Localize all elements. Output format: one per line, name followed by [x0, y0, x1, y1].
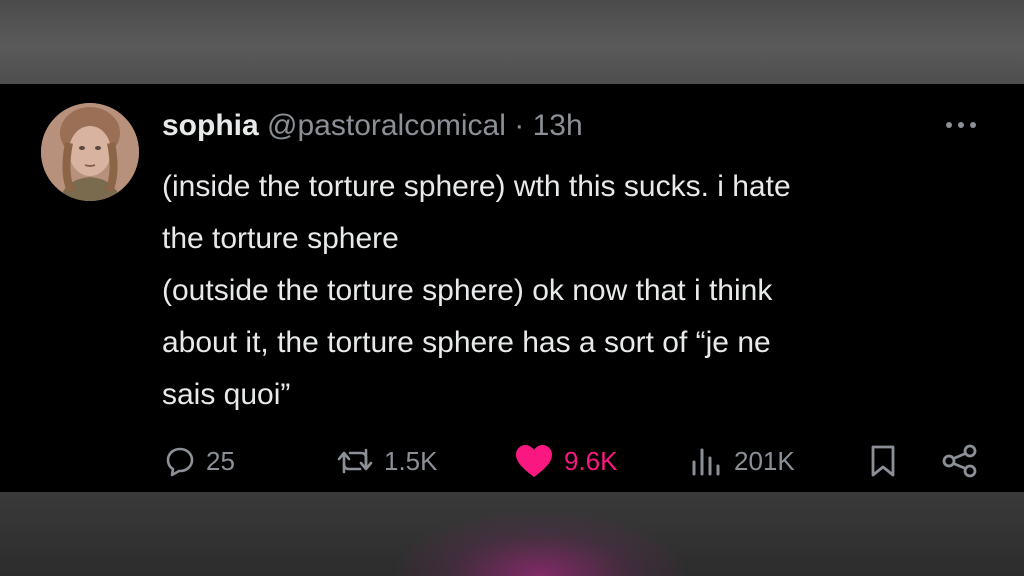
tweet-text-line: sais quoi”: [162, 378, 291, 411]
header-separator: ·: [514, 109, 525, 142]
bookmark-button[interactable]: [868, 436, 898, 486]
like-icon: [516, 445, 552, 477]
author-handle[interactable]: @pastoralcomical: [267, 109, 506, 142]
tweet-text-line: the torture sphere: [162, 222, 399, 255]
share-button[interactable]: [940, 436, 980, 486]
post-time[interactable]: 13h: [533, 109, 583, 142]
tweet-header: sophia @pastoralcomical · 13h: [162, 108, 583, 144]
avatar[interactable]: [41, 103, 139, 201]
like-button[interactable]: 9.6K: [514, 436, 618, 486]
share-icon: [942, 444, 977, 478]
reply-icon: [166, 447, 194, 477]
reply-button[interactable]: 25: [164, 436, 235, 486]
reply-count: 25: [206, 445, 235, 476]
bookmark-icon: [871, 445, 895, 477]
repost-button[interactable]: 1.5K: [336, 436, 438, 486]
tweet-text-line: (outside the torture sphere) ok now that…: [162, 274, 773, 307]
tweet-text-line: (inside the torture sphere) wth this suc…: [162, 170, 791, 203]
like-count: 9.6K: [564, 445, 618, 476]
tweet-text: (inside the torture sphere) wth this suc…: [162, 161, 992, 421]
top-blur-band: [0, 0, 1024, 84]
repost-icon: [337, 448, 373, 474]
more-button[interactable]: [938, 110, 988, 140]
repost-count: 1.5K: [384, 445, 438, 476]
more-icon: [946, 122, 976, 128]
views-icon: [692, 448, 720, 476]
views-count: 201K: [734, 445, 795, 476]
views-button[interactable]: 201K: [690, 436, 795, 486]
author-name[interactable]: sophia: [162, 109, 259, 142]
tweet-text-line: about it, the torture sphere has a sort …: [162, 326, 771, 359]
action-bar: 25 1.5K 9.6K 201K: [0, 436, 1024, 486]
tweet-card: sophia @pastoralcomical · 13h (inside th…: [0, 84, 1024, 492]
bottom-blur-band: [0, 492, 1024, 576]
